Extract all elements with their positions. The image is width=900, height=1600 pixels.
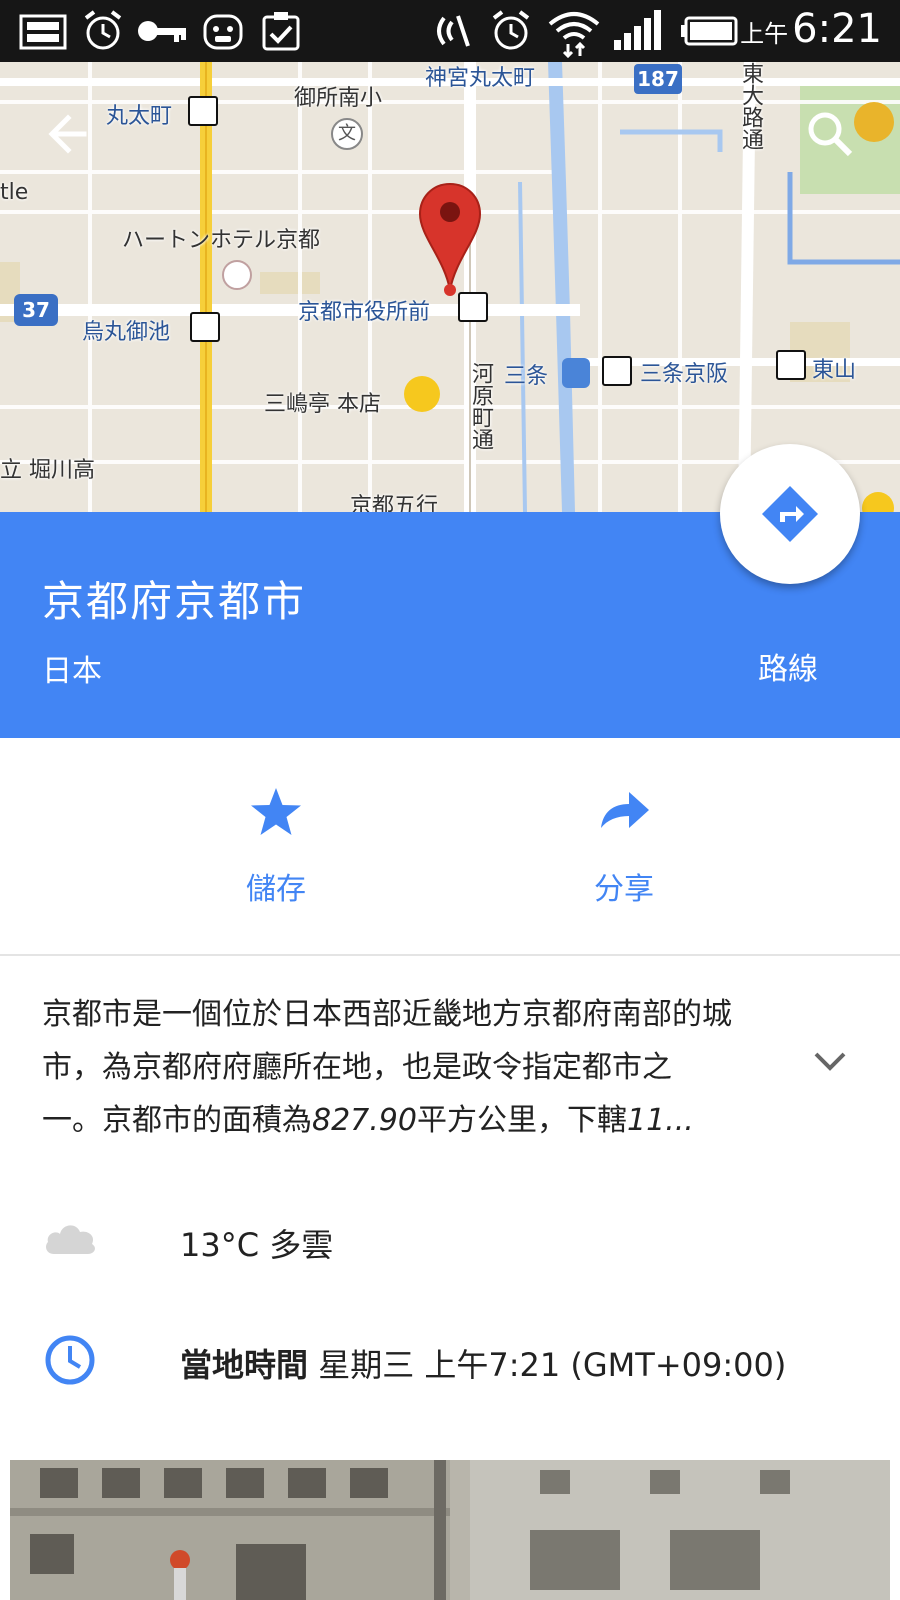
action-bar: 儲存 分享: [0, 738, 900, 956]
train-station-icon[interactable]: [562, 358, 590, 388]
description-line: 一。京都市的面積為827.90平方公里，下轄11...: [42, 1094, 802, 1147]
share-label: 分享: [594, 872, 654, 907]
map-label-kyoto-shiyakusho-mae[interactable]: 京都市役所前: [298, 294, 430, 326]
battery-icon: [681, 16, 738, 46]
place-title: 京都府京都市: [42, 577, 307, 626]
directions-button[interactable]: [720, 444, 860, 584]
description-line: 京都市是一個位於日本西部近畿地方京都府南部的城: [42, 997, 732, 1032]
directions-icon: [762, 486, 818, 542]
map-label-sanjo-keihan[interactable]: 三条京阪: [640, 356, 728, 388]
local-time-value: 星期三 上午7:21 (GMT+09:00): [318, 1346, 787, 1384]
local-time-label: 當地時間: [180, 1346, 309, 1384]
clock-time: 6:21: [792, 6, 882, 52]
alarm-clock-icon: [492, 10, 530, 50]
chevron-down-icon[interactable]: [812, 1050, 848, 1074]
restaurant-icon[interactable]: [404, 376, 440, 412]
description-area-value: 827.90: [312, 1103, 417, 1138]
search-icon[interactable]: [804, 108, 856, 160]
status-clock: 上午 6:21: [740, 6, 882, 56]
star-icon: [251, 788, 301, 835]
share-button[interactable]: 分享: [534, 786, 714, 926]
map-label-mishimatei[interactable]: 三嶋亭 本店: [264, 386, 381, 418]
subway-station-icon[interactable]: [190, 312, 220, 342]
description-text: 一。京都市的面積為: [42, 1103, 312, 1138]
wifi-icon: [548, 12, 600, 58]
school-icon[interactable]: 文: [331, 118, 363, 150]
save-button[interactable]: 儲存: [186, 786, 366, 926]
clock-icon: [45, 1335, 95, 1385]
route-shield-187: 187: [634, 64, 682, 94]
street-view-photo[interactable]: [10, 1460, 890, 1600]
clock-ampm: 上午: [740, 20, 789, 48]
map-label-sanjo[interactable]: 三条: [504, 358, 548, 390]
map-label-partial-left: tle: [0, 180, 29, 205]
route-shield-37: 37: [14, 294, 58, 326]
app-mascot-icon: [203, 14, 243, 50]
map-label-horikawa[interactable]: 立 堀川高: [0, 452, 95, 484]
map-label-higashiyama[interactable]: 東山: [812, 352, 856, 384]
clipboard-check-icon: [262, 12, 300, 51]
map-label-karasuma-oike[interactable]: 烏丸御池: [82, 314, 170, 346]
gallery-icon: [19, 14, 67, 50]
map-label-kawaramachi[interactable]: 河原町通: [464, 362, 496, 450]
cloud-icon: [46, 1225, 95, 1254]
map-label-jingu-marutamachi[interactable]: 神宮丸太町: [425, 62, 535, 92]
description-truncated: 11...: [626, 1103, 694, 1138]
subway-station-icon[interactable]: [602, 356, 632, 386]
map-label-gosho-minami[interactable]: 御所南小: [294, 80, 382, 112]
key-icon: [138, 21, 186, 42]
share-arrow-icon: [601, 792, 649, 828]
place-description[interactable]: 京都市是一個位於日本西部近畿地方京都府南部的城 市，為京都府府廳所在地，也是政令…: [42, 988, 802, 1147]
building-photo-image: [10, 1460, 890, 1600]
status-bar: 上午 6:21: [0, 0, 900, 62]
subway-station-icon[interactable]: [188, 96, 218, 126]
back-arrow-icon[interactable]: [44, 110, 92, 158]
subway-station-icon[interactable]: [776, 350, 806, 380]
map-label-harton-hotel[interactable]: ハートンホテル京都: [122, 222, 320, 254]
location-pin-icon[interactable]: [418, 180, 482, 300]
map-label-marutamachi[interactable]: 丸太町: [106, 98, 172, 130]
alarm-icon: [84, 10, 122, 50]
route-label[interactable]: 路線: [758, 644, 818, 688]
nfc-icon: [437, 15, 470, 47]
description-line: 市，為京都府府廳所在地，也是政令指定都市之: [42, 1050, 672, 1085]
save-label: 儲存: [246, 872, 306, 907]
description-text: 平方公里，下轄: [416, 1103, 627, 1138]
place-country: 日本: [42, 654, 102, 689]
hotel-icon[interactable]: [222, 260, 252, 290]
weather-text: 13°C 多雲: [180, 1226, 334, 1264]
map-view[interactable]: 神宮丸太町 御所南小 丸太町 187 東大路通 文 tle ハートンホテル京都 …: [0, 62, 900, 512]
signal-icon: [614, 10, 661, 50]
local-time: 當地時間 星期三 上午7:21 (GMT+09:00): [180, 1340, 786, 1386]
landmark-star-icon[interactable]: [854, 102, 894, 142]
map-label-partial-bottom: 京都五行: [350, 494, 439, 512]
map-label-higashioji[interactable]: 東大路通: [734, 62, 766, 150]
